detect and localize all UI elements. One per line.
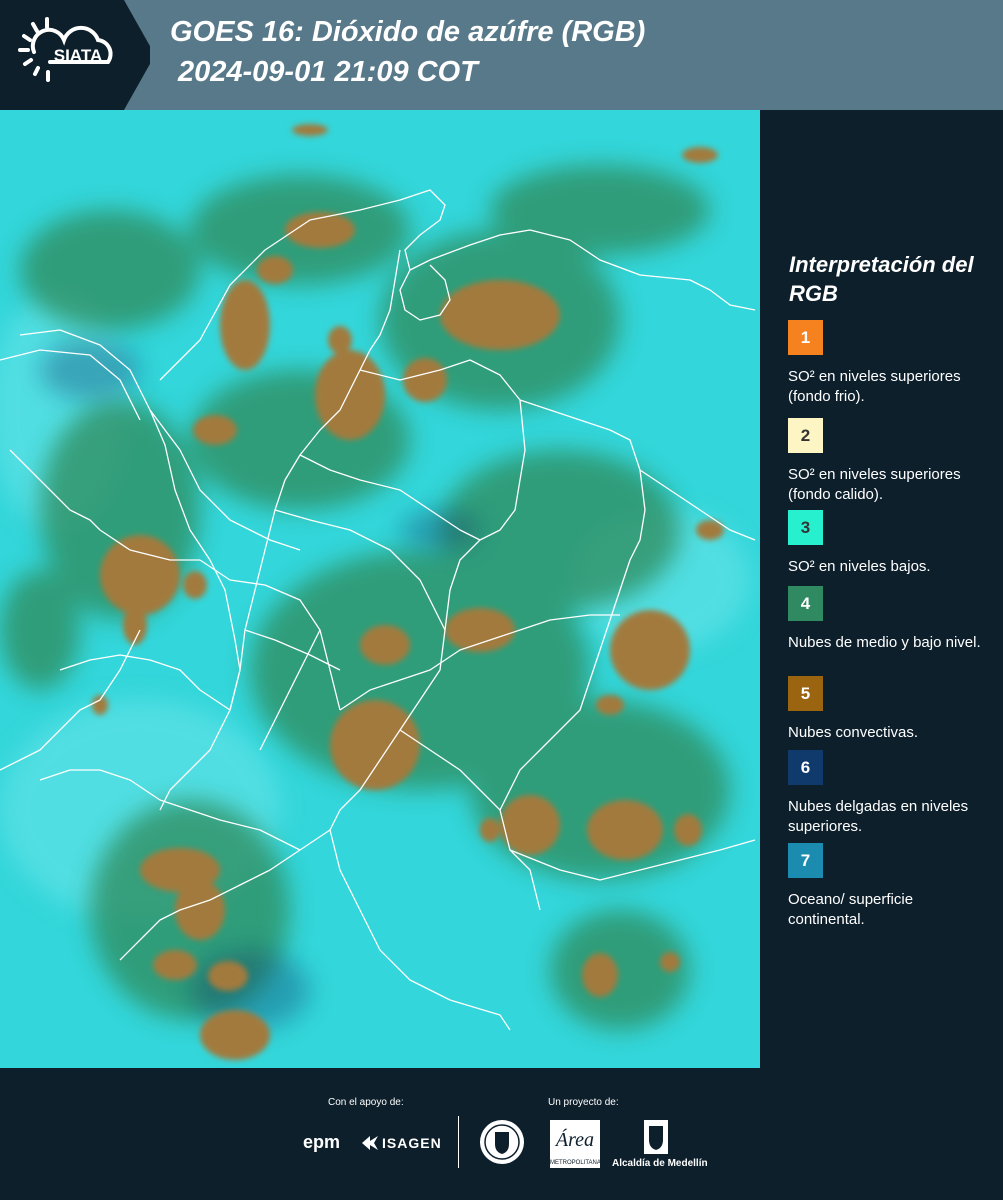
- legend-swatch: 1: [788, 320, 823, 355]
- metropolitana-text: METROPOLITANA: [550, 1160, 601, 1166]
- legend-label: Nubes de medio y bajo nivel.: [788, 634, 981, 651]
- alcaldia-shield-icon: [642, 1118, 670, 1161]
- legend-label: Nubes convectivas.: [788, 724, 919, 741]
- legend-item-2: 2 SO² en niveles superiores (fondo calid…: [788, 418, 993, 505]
- svg-text:Área: Área: [554, 1128, 594, 1151]
- footer-bar: Con el apoyo de: Un proyecto de: epm ISA…: [0, 1068, 1003, 1200]
- legend-swatch: 4: [788, 586, 823, 621]
- footer-divider: [458, 1116, 459, 1168]
- legend-item-7: 7 Oceano/ superficie continental.: [788, 843, 993, 930]
- medellin-seal-icon: [478, 1118, 526, 1171]
- legend-item-4: 4 Nubes de medio y bajo nivel.: [788, 586, 993, 653]
- legend-swatch: 5: [788, 676, 823, 711]
- svg-text:SIATA: SIATA: [54, 46, 102, 65]
- satellite-rgb-image: [0, 110, 760, 1068]
- support-label: Con el apoyo de:: [328, 1097, 404, 1108]
- legend-swatch: 7: [788, 843, 823, 878]
- header-bar: SIATA GOES 16: Dióxido de azúfre (RGB) 2…: [0, 0, 1003, 110]
- legend-swatch: 3: [788, 510, 823, 545]
- area-metropolitana-logo: Área METROPOLITANA: [550, 1120, 601, 1168]
- satellite-map: [0, 110, 760, 1068]
- legend-item-6: 6 Nubes delgadas en niveles superiores.: [788, 750, 993, 837]
- legend-item-1: 1 SO² en niveles superiores (fondo frio)…: [788, 320, 993, 407]
- legend-label: SO² en niveles superiores (fondo calido)…: [788, 466, 961, 503]
- legend-item-3: 3 SO² en niveles bajos.: [788, 510, 993, 577]
- legend-title: Interpretación del RGB: [789, 252, 974, 306]
- legend-swatch: 2: [788, 418, 823, 453]
- project-label: Un proyecto de:: [548, 1097, 619, 1108]
- legend-swatch: 6: [788, 750, 823, 785]
- legend-panel: Interpretación del RGB 1 SO² en niveles …: [760, 110, 1003, 1068]
- legend-label: SO² en niveles superiores (fondo frio).: [788, 368, 961, 405]
- legend-label: SO² en niveles bajos.: [788, 558, 931, 575]
- legend-label: Oceano/ superficie continental.: [788, 891, 914, 928]
- alcaldia-text: Alcaldía de Medellín: [612, 1158, 708, 1169]
- page-title: GOES 16: Dióxido de azúfre (RGB): [170, 16, 646, 48]
- siata-logo: SIATA: [0, 0, 150, 110]
- isagen-logo: ISAGEN: [382, 1135, 442, 1151]
- timestamp-title: 2024-09-01 21:09 COT: [178, 56, 478, 88]
- epm-logo: epm: [303, 1132, 341, 1152]
- legend-item-5: 5 Nubes convectivas.: [788, 676, 993, 743]
- legend-label: Nubes delgadas en niveles superiores.: [788, 798, 969, 835]
- isagen-icon: [360, 1134, 380, 1157]
